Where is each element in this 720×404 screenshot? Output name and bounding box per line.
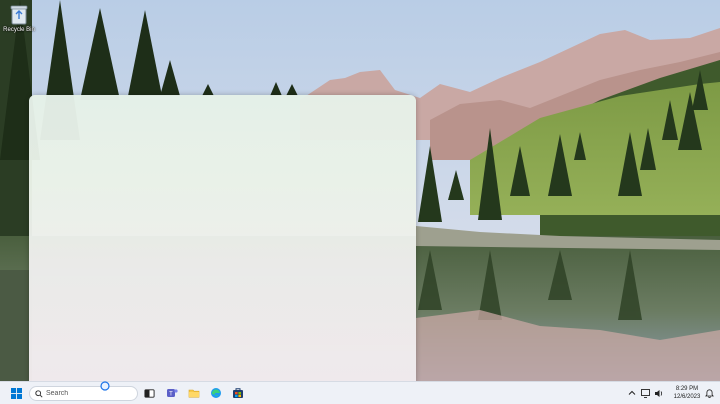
chevron-up-icon (628, 390, 636, 395)
start-button[interactable] (8, 385, 24, 401)
volume-icon (655, 389, 663, 397)
teams-button[interactable]: T (164, 385, 180, 401)
search-highlight-icon (100, 381, 110, 391)
teams-icon: T (167, 389, 178, 398)
tray-network-button[interactable] (641, 388, 651, 398)
search-icon (35, 389, 43, 398)
tray-overflow-button[interactable] (627, 388, 637, 398)
tray-volume-button[interactable] (654, 388, 664, 398)
recycle-bin-icon (10, 5, 28, 25)
clock-date: 12/6/2023 (673, 394, 701, 400)
svg-text:T: T (169, 392, 173, 398)
folder-icon (188, 389, 200, 398)
edge-icon (211, 388, 221, 398)
taskbar: T (0, 381, 720, 404)
start-menu-panel[interactable] (29, 95, 416, 383)
bell-icon (704, 388, 714, 398)
desktop-icon-recycle-bin[interactable]: Recycle Bin (0, 2, 38, 33)
file-explorer-button[interactable] (186, 385, 202, 401)
notifications-button[interactable] (704, 388, 714, 398)
desktop: Recycle Bin Search T 8:29 PM 12/6/2023 (0, 0, 720, 404)
windows-logo-icon (10, 387, 22, 399)
desktop-icon-label: Recycle Bin (3, 27, 35, 33)
store-icon (233, 388, 243, 398)
task-view-button[interactable] (141, 385, 157, 401)
edge-button[interactable] (208, 385, 224, 401)
clock-time: 8:29 PM (675, 386, 699, 392)
network-icon (641, 388, 650, 398)
microsoft-store-button[interactable] (230, 385, 246, 401)
task-view-icon (143, 388, 155, 398)
taskbar-search-box[interactable] (29, 381, 138, 401)
search-input[interactable] (43, 390, 116, 397)
taskbar-clock[interactable]: 8:29 PM 12/6/2023 (669, 385, 705, 401)
